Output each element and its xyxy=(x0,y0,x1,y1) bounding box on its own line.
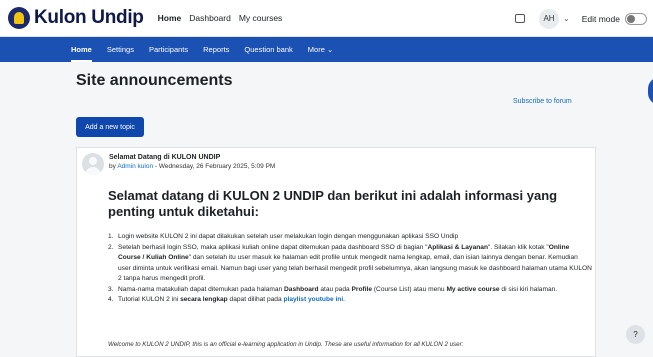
list-item-bold: Profile xyxy=(351,285,373,293)
list-item: 1. Login website KULON 2 ini dapat dilaku… xyxy=(108,232,592,243)
edit-mode-toggle[interactable] xyxy=(625,12,647,25)
list-number: 1. xyxy=(108,233,114,240)
chevron-down-icon: ⌄ xyxy=(326,45,334,54)
list-item-bold: secara lengkap xyxy=(180,296,228,303)
nav-home[interactable]: Home xyxy=(158,13,182,23)
chevron-down-icon[interactable]: ⌄ xyxy=(563,14,570,23)
list-item-text: Setelah berhasil login SSO, maka aplikas… xyxy=(118,243,428,251)
list-item-bold: My active course xyxy=(446,285,500,293)
user-controls: AH ⌄ Edit mode xyxy=(515,0,647,37)
author-avatar-icon[interactable] xyxy=(82,153,104,175)
list-number: 3. xyxy=(108,285,114,293)
undip-logo-icon xyxy=(8,7,30,29)
subscribe-link[interactable]: Subscribe to forum xyxy=(513,98,572,105)
tab-more[interactable]: More ⌄ xyxy=(308,45,333,62)
edit-mode-label: Edit mode xyxy=(581,13,620,24)
list-item-text: (Course List) atau menu xyxy=(372,285,447,293)
list-item: 4. Tutorial KULON 2 ini secara lengkap da… xyxy=(108,295,592,306)
list-item-text: " dan setelah itu user masuk ke halaman … xyxy=(118,254,592,282)
user-avatar[interactable]: AH xyxy=(539,8,560,29)
welcome-text: Welcome to KULON 2 UNDIP, this is an off… xyxy=(108,341,464,348)
top-navbar: Kulon Undip Home Dashboard My courses AH… xyxy=(0,0,653,37)
list-item: 3. Nama-nama matakuliah dapat ditemukan p… xyxy=(108,285,592,296)
list-item-bold: Aplikasi & Layanan xyxy=(427,243,488,251)
list-item-text: ". Silakan klik kotak " xyxy=(487,243,549,251)
tab-question-bank[interactable]: Question bank xyxy=(244,45,292,62)
list-item-text: . xyxy=(343,296,346,303)
site-logo[interactable]: Kulon Undip xyxy=(8,7,144,29)
author-link[interactable]: Admin kulon xyxy=(117,163,153,170)
nav-my-courses[interactable]: My courses xyxy=(239,13,282,23)
page-title: Site announcements xyxy=(76,72,233,89)
list-item-bold: Dashboard xyxy=(284,285,319,293)
site-name: Kulon Undip xyxy=(34,7,144,28)
list-item-text: dapat dilihat pada xyxy=(227,296,284,303)
post-subject: Selamat Datang di KULON UNDIP xyxy=(109,154,221,161)
list-item-text: di sisi kiri halaman. xyxy=(499,285,558,293)
info-list: 1. Login website KULON 2 ini dapat dilaku… xyxy=(108,232,592,306)
list-number: 2. xyxy=(108,243,114,251)
forum-post: Selamat Datang di KULON UNDIP by Admin k… xyxy=(76,147,596,357)
tab-settings[interactable]: Settings xyxy=(107,45,134,62)
post-date: - Wednesday, 26 February 2025, 5:09 PM xyxy=(153,163,276,170)
messages-icon[interactable] xyxy=(515,14,526,23)
post-heading: Selamat datang di KULON 2 UNDIP dan beri… xyxy=(108,188,558,219)
add-new-topic-button[interactable]: Add a new topic xyxy=(76,117,144,137)
post-byline: by Admin kulon - Wednesday, 26 February … xyxy=(109,163,275,170)
nav-dashboard[interactable]: Dashboard xyxy=(189,13,231,23)
tab-reports[interactable]: Reports xyxy=(203,45,229,62)
tab-participants[interactable]: Participants xyxy=(149,45,188,62)
list-item: 2. Setelah berhasil login SSO, maka aplik… xyxy=(108,243,592,285)
course-secondary-navigation: Home Settings Participants Reports Quest… xyxy=(0,37,653,62)
tab-more-label: More xyxy=(307,45,325,54)
list-item-text: Tutorial KULON 2 ini xyxy=(118,296,181,303)
help-button[interactable]: ? xyxy=(626,325,645,344)
list-item-text: atau pada xyxy=(318,285,352,293)
list-item-text: Nama-nama matakuliah dapat ditemukan pad… xyxy=(118,285,285,293)
primary-navigation: Home Dashboard My courses xyxy=(158,13,291,23)
list-item-text: Login website KULON 2 ini dapat dilakuka… xyxy=(118,233,459,240)
youtube-playlist-link[interactable]: playlist youtube ini xyxy=(283,296,343,303)
main-content: Site announcements Subscribe to forum Ad… xyxy=(0,62,653,357)
list-number: 4. xyxy=(108,296,114,303)
tab-home[interactable]: Home xyxy=(71,45,92,62)
